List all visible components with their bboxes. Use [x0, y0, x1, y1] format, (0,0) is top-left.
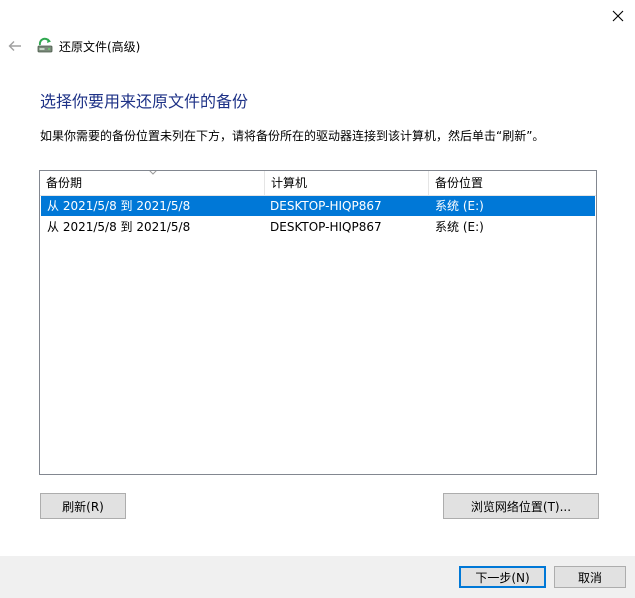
window-title: 还原文件(高级)	[59, 40, 141, 54]
refresh-button[interactable]: 刷新(R)	[40, 493, 126, 519]
back-button[interactable]	[5, 36, 25, 56]
backup-period-cell: 从 2021/5/8 到 2021/5/8	[47, 199, 191, 213]
instruction-text: 如果你需要的备份位置未列在下方，请将备份所在的驱动器连接到该计算机，然后单击“刷…	[40, 129, 545, 143]
computer-cell: DESKTOP-HIQP867	[270, 199, 382, 213]
close-icon	[612, 10, 624, 22]
backup-restore-icon	[36, 37, 54, 55]
list-header: 备份期 计算机 备份位置	[40, 171, 596, 196]
column-header-label: 备份期	[46, 176, 83, 190]
cancel-button[interactable]: 取消	[554, 566, 626, 588]
page-title: 选择你要用来还原文件的备份	[40, 92, 249, 111]
column-header-label: 备份位置	[435, 176, 484, 190]
column-header-backup-location[interactable]: 备份位置	[429, 171, 596, 195]
browse-network-location-button[interactable]: 浏览网络位置(T)...	[443, 493, 599, 519]
location-cell: 系统 (E:)	[435, 220, 484, 234]
table-row[interactable]: 从 2021/5/8 到 2021/5/8 DESKTOP-HIQP867 系统…	[41, 196, 595, 216]
column-header-label: 计算机	[271, 176, 308, 190]
computer-cell: DESKTOP-HIQP867	[270, 220, 382, 234]
backup-period-cell: 从 2021/5/8 到 2021/5/8	[47, 220, 191, 234]
location-cell: 系统 (E:)	[435, 199, 484, 213]
close-button[interactable]	[604, 2, 632, 30]
column-header-computer[interactable]: 计算机	[265, 171, 428, 195]
back-arrow-icon	[8, 41, 21, 51]
sort-descending-icon	[149, 171, 157, 175]
backup-list[interactable]: 备份期 计算机 备份位置 从 2021/5/8 到 2021/5/8 DESKT…	[39, 170, 597, 475]
column-header-backup-period[interactable]: 备份期	[40, 171, 264, 195]
next-button[interactable]: 下一步(N)	[459, 566, 546, 588]
table-row[interactable]: 从 2021/5/8 到 2021/5/8 DESKTOP-HIQP867 系统…	[41, 217, 595, 237]
